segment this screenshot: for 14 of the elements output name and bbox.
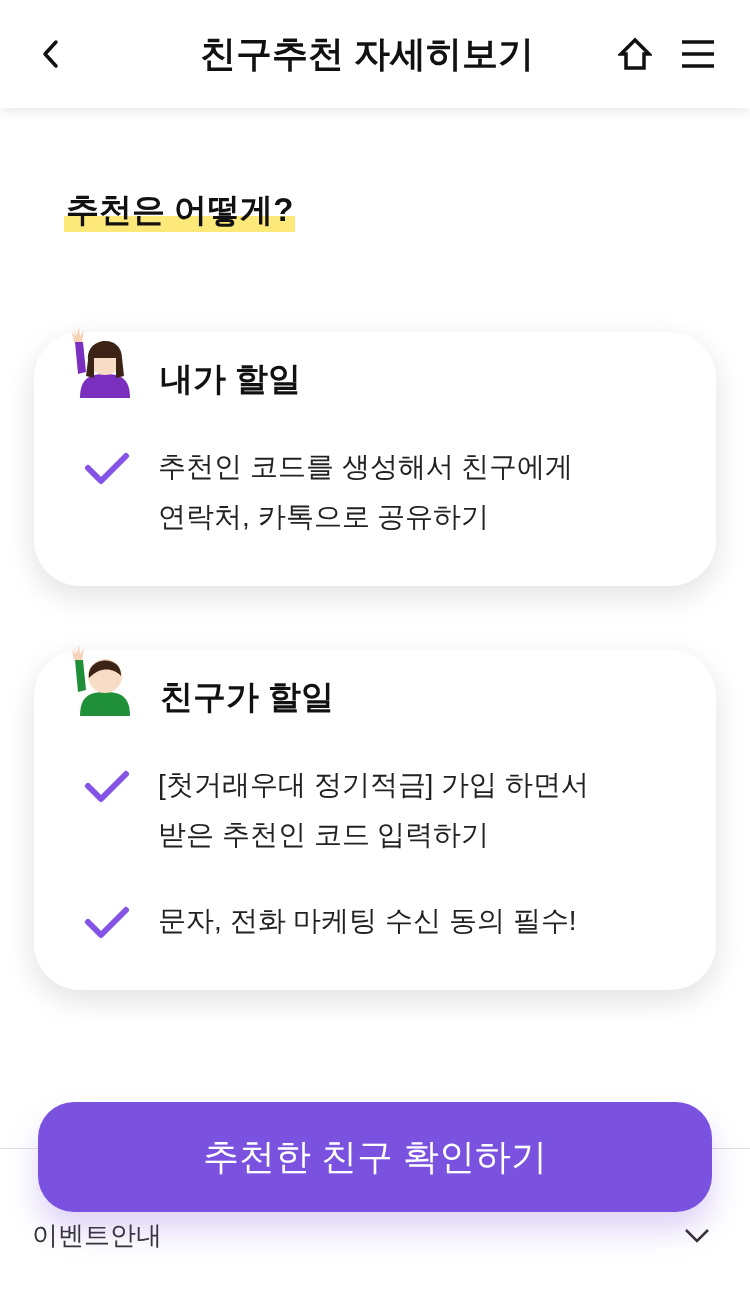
check-icon (84, 452, 130, 486)
card-title: 내가 할일 (160, 359, 302, 400)
chevron-down-icon[interactable] (684, 1227, 710, 1244)
task-text: 추천인 코드를 생성해서 친구에게 연락처, 카톡으로 공유하기 (158, 450, 574, 534)
check-icon (84, 906, 130, 940)
page-title: 친구추천 자세히보기 (199, 32, 535, 76)
confirm-button[interactable]: 추천한 친구 확인하기 (38, 1102, 712, 1212)
menu-icon[interactable] (682, 40, 714, 68)
task-text: 문자, 전화 마케팅 수신 동의 필수! (158, 904, 577, 938)
check-icon (84, 770, 130, 804)
accordion-label: 이벤트안내 (32, 1219, 162, 1252)
task-text: [첫거래우대 정기적금] 가입 하면서 받은 추천인 코드 입력하기 (158, 768, 589, 852)
card-title: 친구가 할일 (160, 677, 335, 718)
home-icon[interactable] (618, 37, 652, 71)
